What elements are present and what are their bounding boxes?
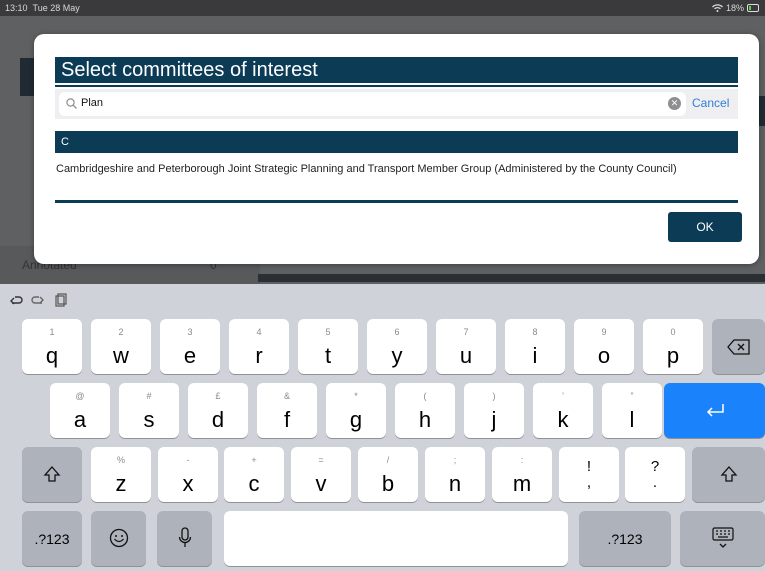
shift-key-left[interactable] bbox=[22, 447, 82, 502]
paste-icon[interactable] bbox=[52, 292, 68, 308]
search-input[interactable]: Plan ✕ bbox=[59, 92, 686, 116]
redo-icon[interactable] bbox=[30, 292, 46, 308]
shift-icon bbox=[43, 466, 61, 482]
key-t[interactable]: 5t bbox=[298, 319, 358, 374]
emoji-icon bbox=[109, 528, 128, 548]
shift-icon bbox=[720, 466, 737, 482]
key-p[interactable]: 0p bbox=[643, 319, 703, 374]
search-icon bbox=[66, 98, 77, 109]
return-key[interactable] bbox=[664, 383, 765, 438]
key-exclamation-comma[interactable]: !, bbox=[559, 447, 619, 502]
shift-key-right[interactable] bbox=[692, 447, 765, 502]
title-divider bbox=[55, 85, 738, 87]
wifi-icon bbox=[712, 4, 723, 12]
battery-icon bbox=[747, 4, 759, 12]
backspace-icon bbox=[726, 339, 750, 355]
key-l[interactable]: ” l bbox=[602, 383, 662, 438]
undo-icon[interactable] bbox=[8, 292, 24, 308]
key-e[interactable]: 3e bbox=[160, 319, 220, 374]
ok-button[interactable]: OK bbox=[668, 212, 742, 242]
key-q[interactable]: 1q bbox=[22, 319, 82, 374]
key-a[interactable]: @ a bbox=[50, 383, 110, 438]
key-w[interactable]: 2w bbox=[91, 319, 151, 374]
key-c[interactable]: + c bbox=[224, 447, 284, 502]
key-v[interactable]: = v bbox=[291, 447, 351, 502]
dictation-key[interactable] bbox=[157, 511, 212, 566]
key-i[interactable]: 8i bbox=[505, 319, 565, 374]
emoji-key[interactable] bbox=[91, 511, 146, 566]
key-question-period[interactable]: ?. bbox=[625, 447, 685, 502]
committee-select-dialog: Select committees of interest Plan ✕ Can… bbox=[34, 34, 759, 264]
key-m[interactable]: :m bbox=[492, 447, 552, 502]
key-z[interactable]: % z bbox=[91, 447, 151, 502]
search-value: Plan bbox=[81, 97, 104, 109]
key-j[interactable]: ) j bbox=[464, 383, 524, 438]
key-s[interactable]: # s bbox=[119, 383, 179, 438]
key-o[interactable]: 9o bbox=[574, 319, 634, 374]
list-bottom-divider bbox=[55, 200, 738, 203]
key-r[interactable]: 4r bbox=[229, 319, 289, 374]
key-y[interactable]: 6y bbox=[367, 319, 427, 374]
key-f[interactable]: & f bbox=[257, 383, 317, 438]
keyboard-hide-icon bbox=[711, 527, 734, 548]
key-d[interactable]: £ d bbox=[188, 383, 248, 438]
backspace-key[interactable] bbox=[712, 319, 765, 374]
space-key[interactable] bbox=[224, 511, 568, 566]
onscreen-keyboard: 1q 2w 3e 4r 5t 6y 7u 8i 9o 0p @ a # s £ d &… bbox=[0, 284, 765, 571]
key-k[interactable]: ’ k bbox=[533, 383, 593, 438]
numbers-key-right[interactable]: .?123 bbox=[579, 511, 671, 566]
return-icon bbox=[706, 404, 724, 417]
microphone-icon bbox=[178, 527, 191, 547]
dialog-title: Select committees of interest bbox=[55, 57, 738, 83]
key-g[interactable]: * g bbox=[326, 383, 386, 438]
numbers-key-left[interactable]: .?123 bbox=[22, 511, 82, 566]
battery-percent: 18% bbox=[725, 3, 744, 13]
committee-list-item[interactable]: Cambridgeshire and Peterborough Joint St… bbox=[55, 163, 739, 176]
key-x[interactable]: -x bbox=[158, 447, 218, 502]
status-right: 18% bbox=[712, 3, 759, 13]
section-header: C bbox=[55, 131, 738, 153]
clear-search-icon[interactable]: ✕ bbox=[668, 97, 681, 110]
cancel-button[interactable]: Cancel bbox=[692, 96, 729, 110]
background-bar bbox=[258, 274, 765, 282]
hide-keyboard-key[interactable] bbox=[680, 511, 765, 566]
search-bar: Plan ✕ Cancel bbox=[55, 89, 738, 119]
key-u[interactable]: 7u bbox=[436, 319, 496, 374]
key-h[interactable]: (h bbox=[395, 383, 455, 438]
status-bar: 13:10 Tue 28 May 18% bbox=[0, 0, 765, 16]
key-n[interactable]: ; n bbox=[425, 447, 485, 502]
status-time: 13:10 Tue 28 May bbox=[5, 3, 80, 13]
key-b[interactable]: / b bbox=[358, 447, 418, 502]
